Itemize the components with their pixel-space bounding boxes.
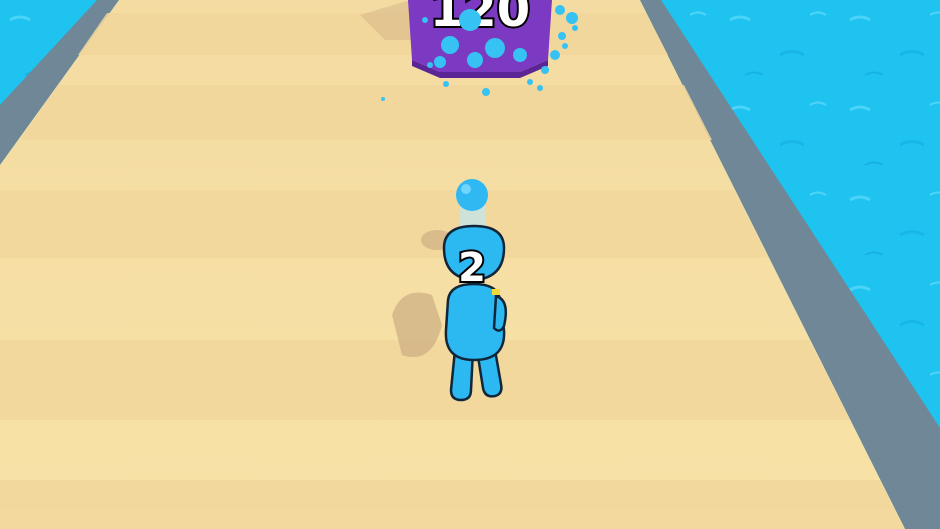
- game-scene: 120: [0, 0, 940, 529]
- scene-svg: 120: [0, 0, 940, 529]
- player-count: 2: [458, 245, 486, 291]
